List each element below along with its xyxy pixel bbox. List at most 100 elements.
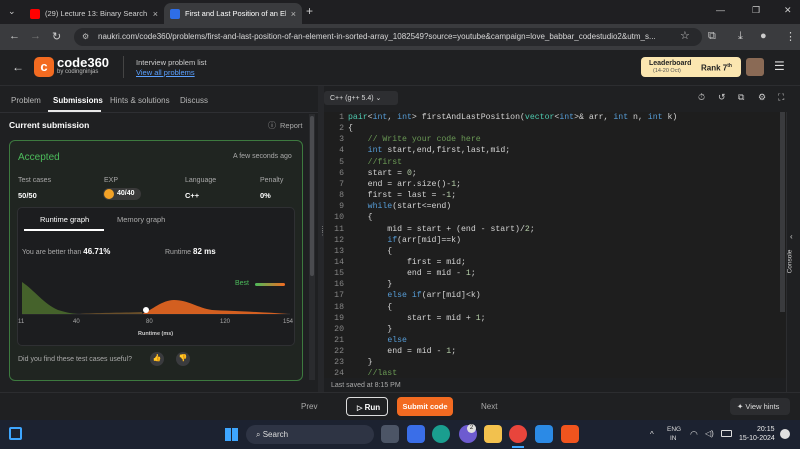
code-line[interactable]: } — [348, 325, 392, 334]
close-icon[interactable]: × — [153, 9, 158, 19]
submit-code-button[interactable]: Submit code — [397, 397, 453, 416]
code-line[interactable]: else — [348, 336, 407, 345]
new-tab-button[interactable]: + — [306, 4, 313, 18]
run-label: Run — [364, 403, 381, 412]
lang-eng[interactable]: ENG — [667, 426, 681, 433]
clock-date[interactable]: 15-10-2024 — [739, 435, 775, 442]
code-line[interactable]: else if(arr[mid]<k) — [348, 291, 480, 300]
tray-chevron-icon[interactable]: ^ — [650, 430, 654, 439]
settings-icon[interactable]: ⚙ — [758, 92, 766, 103]
close-window-icon[interactable]: ✕ — [784, 5, 792, 16]
code-editor[interactable]: 1 pair<int, int> firstAndLastPosition(vec… — [324, 112, 786, 378]
code-line[interactable]: pair<int, int> firstAndLastPosition(vect… — [348, 113, 677, 122]
next-button[interactable]: Next — [481, 402, 497, 411]
tab-code360[interactable]: First and Last Position of an Ele × — [164, 3, 302, 24]
wifi-icon[interactable]: ◠ — [690, 429, 698, 440]
leaderboard-badge[interactable]: Leaderboard (14-20 Oct) Rank 7th — [641, 57, 741, 77]
code-line[interactable]: start = 0; — [348, 169, 417, 178]
back-icon[interactable]: ← — [9, 30, 20, 42]
site-info-icon[interactable]: ⚙ — [82, 28, 89, 46]
code360-logo[interactable]: c — [34, 57, 54, 77]
code-line[interactable]: //first — [348, 158, 402, 167]
downloads-icon[interactable]: ⤓ — [738, 30, 743, 43]
thumbs-up-button[interactable]: 👍 — [150, 352, 164, 366]
left-scrollbar-thumb[interactable] — [310, 116, 314, 276]
console-tab[interactable]: Console — [786, 250, 793, 274]
extensions-icon[interactable]: ⧉ — [708, 30, 716, 43]
prev-button[interactable]: Prev — [301, 402, 317, 411]
editor-scrollbar[interactable] — [780, 112, 785, 312]
tab-runtime-graph[interactable]: Runtime graph — [40, 215, 89, 224]
close-icon[interactable]: × — [291, 9, 296, 19]
code-line[interactable]: } — [348, 358, 373, 367]
code-line[interactable]: first = mid; — [348, 258, 466, 267]
widgets-icon[interactable] — [9, 427, 22, 440]
file-explorer-icon[interactable] — [484, 425, 502, 443]
avatar[interactable] — [746, 58, 764, 76]
hamburger-menu-icon[interactable]: ☰ — [774, 59, 785, 73]
tab-hints-solutions[interactable]: Hints & solutions — [110, 96, 170, 105]
file-sync-icon[interactable] — [407, 425, 425, 443]
code-line[interactable]: int start,end,first,last,mid; — [348, 146, 511, 155]
taskbar-search[interactable]: ⌕ Search — [246, 425, 374, 444]
volume-icon[interactable]: ◁) — [705, 429, 714, 438]
line-number: 15 — [334, 269, 344, 279]
url-bar[interactable]: ⚙ naukri.com/code360/problems/first-and-… — [74, 28, 702, 46]
chrome-icon[interactable] — [509, 425, 527, 443]
fullscreen-icon[interactable]: ⛶ — [778, 92, 784, 103]
tab-discuss[interactable]: Discuss — [180, 96, 208, 105]
profile-icon[interactable]: ● — [760, 30, 767, 42]
code-line[interactable]: end = arr.size()-1; — [348, 180, 461, 189]
report-icon[interactable]: ⓘ — [268, 120, 276, 131]
code-line[interactable]: //last — [348, 369, 397, 378]
tab-search-icon[interactable]: ⌄ — [8, 6, 16, 17]
code-line[interactable]: mid = start + (end - start)/2; — [348, 225, 534, 234]
code-line[interactable]: while(start<=end) — [348, 202, 452, 211]
line-number: 12 — [334, 235, 344, 245]
code-line[interactable]: start = mid + 1; — [348, 314, 486, 323]
code-line[interactable]: { — [348, 303, 392, 312]
restore-icon[interactable]: ❐ — [752, 5, 760, 16]
clock-time[interactable]: 20:15 — [757, 426, 775, 433]
tab-youtube[interactable]: (29) Lecture 13: Binary Search | × — [24, 3, 164, 24]
notification-icon[interactable] — [780, 429, 790, 439]
edge-icon[interactable] — [432, 425, 450, 443]
code-line[interactable]: end = mid - 1; — [348, 347, 456, 356]
reset-icon[interactable]: ↺ — [718, 92, 726, 103]
code-line[interactable]: if(arr[mid]==k) — [348, 236, 461, 245]
forward-icon[interactable]: → — [30, 30, 41, 42]
view-hints-button[interactable]: ✦ View hints — [730, 398, 790, 415]
chrome-active-indicator — [512, 446, 524, 448]
problem-list-title: Interview problem list — [136, 58, 207, 67]
lang-in[interactable]: IN — [670, 435, 677, 442]
code-line[interactable]: first = last = -1; — [348, 191, 456, 200]
start-button-icon[interactable] — [225, 428, 238, 441]
tab-submissions[interactable]: Submissions — [53, 96, 103, 105]
code-line[interactable]: { — [348, 124, 353, 133]
back-arrow-icon[interactable]: ← — [12, 60, 24, 74]
code-line[interactable]: // Write your code here — [348, 135, 481, 144]
bookmark-star-icon[interactable]: ☆ — [680, 29, 690, 42]
view-all-problems-link[interactable]: View all problems — [136, 68, 195, 77]
timer-icon[interactable]: ⏱ — [698, 92, 705, 103]
menu-kebab-icon[interactable]: ⋮ — [785, 30, 796, 43]
code-line[interactable]: { — [348, 213, 373, 222]
language-select[interactable]: C++ (g++ 5.4) ⌄ — [324, 91, 398, 105]
console-chevron-icon[interactable]: ‹ — [790, 232, 793, 241]
code-line[interactable]: { — [348, 247, 392, 256]
code-line[interactable]: } — [348, 280, 392, 289]
reload-icon[interactable]: ↻ — [52, 30, 61, 43]
minimize-icon[interactable]: — — [716, 5, 725, 15]
report-button[interactable]: Report — [280, 121, 303, 130]
code-line[interactable]: end = mid - 1; — [348, 269, 476, 278]
thumbs-down-button[interactable]: 👎 — [176, 352, 190, 366]
battery-icon[interactable] — [721, 430, 732, 437]
tab-memory-graph[interactable]: Memory graph — [117, 215, 165, 224]
task-view-icon[interactable] — [381, 425, 399, 443]
line-number: 21 — [334, 336, 344, 345]
run-button[interactable]: ▷ Run — [346, 397, 388, 416]
brave-icon[interactable] — [561, 425, 579, 443]
vscode-icon[interactable] — [535, 425, 553, 443]
copy-icon[interactable]: ⧉ — [738, 92, 744, 103]
tab-problem[interactable]: Problem — [11, 96, 41, 105]
